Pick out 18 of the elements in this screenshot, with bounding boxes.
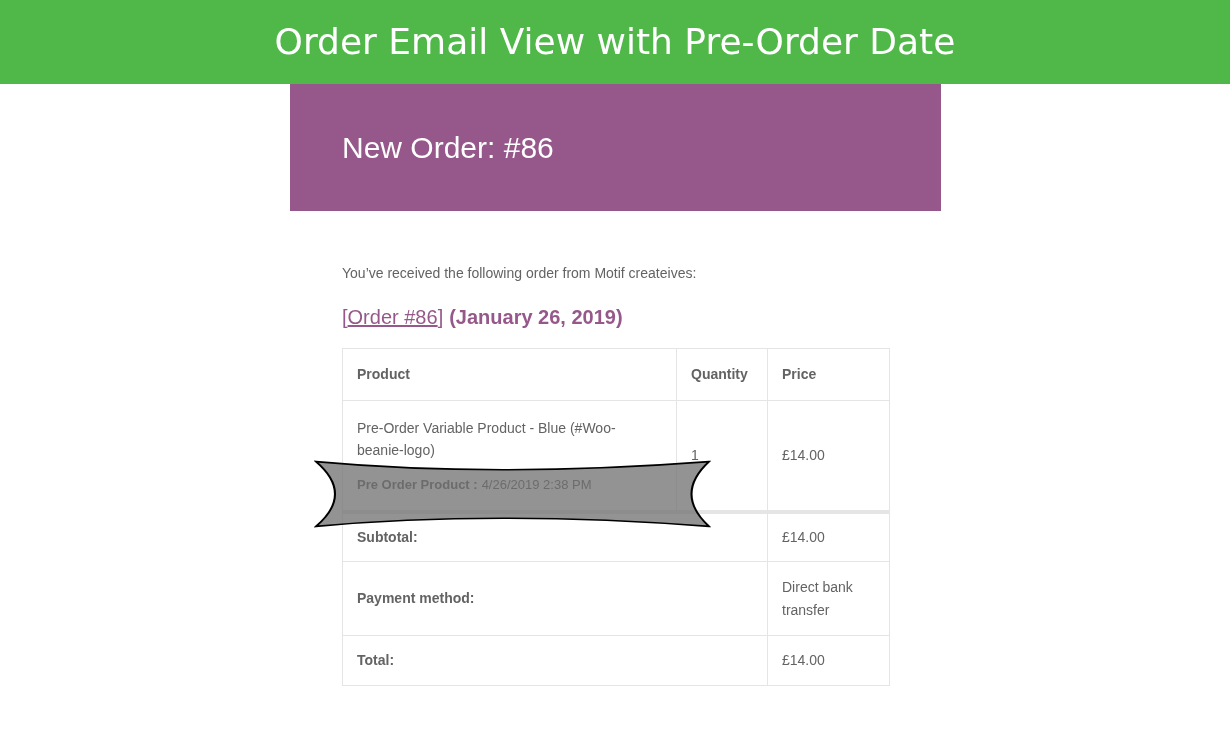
bracket-text: ]: [437, 305, 444, 330]
intro-text: You’ve received the following order from Motif createives:: [342, 264, 698, 283]
total-label: Payment method:: [357, 590, 475, 606]
column-header: Price: [767, 348, 890, 401]
column-header: Product: [342, 348, 677, 401]
total-label: Subtotal:: [357, 528, 418, 545]
total-label: Total:: [357, 652, 395, 668]
order-date: (January 26, 2019): [449, 305, 623, 330]
total-value: £14.00: [782, 651, 826, 670]
banner-title: Order Email View with Pre-Order Date: [274, 20, 956, 64]
quantity-value: 1: [691, 446, 699, 463]
column-header: Quantity: [676, 348, 768, 401]
total-value: £14.00: [782, 527, 826, 547]
bracket-text: [: [342, 305, 348, 330]
product-name: Pre-Order Variable Product - Blue (#Woo-beanie-logo): [357, 418, 617, 460]
total-value: Direct bank transfer: [782, 577, 854, 620]
price-value: £14.00: [782, 446, 825, 463]
email-heading: New Order: #86: [342, 130, 554, 166]
